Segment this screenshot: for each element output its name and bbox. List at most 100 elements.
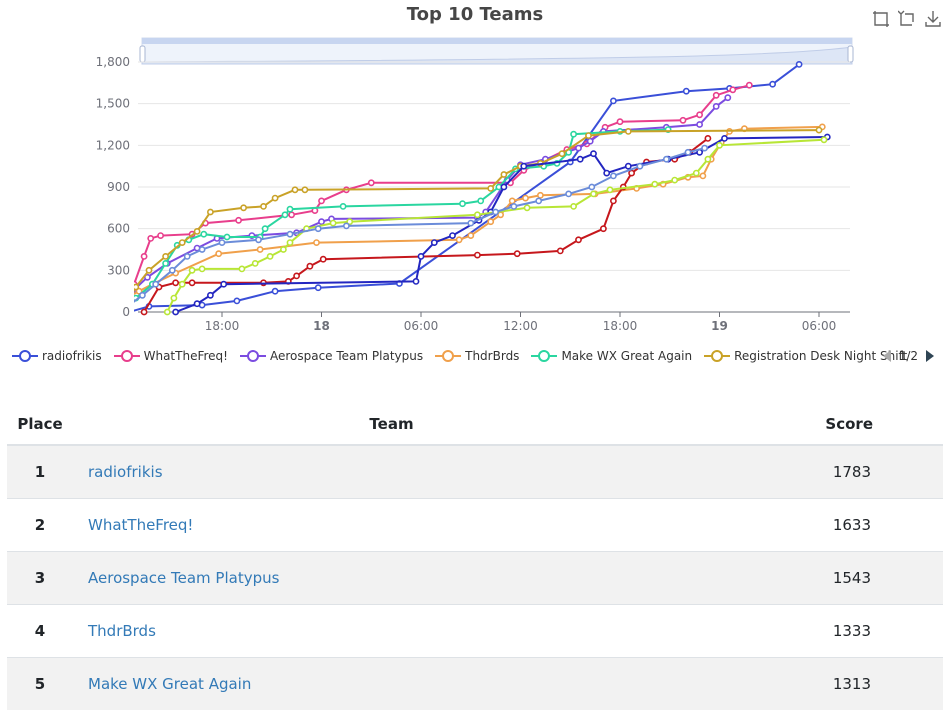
- legend-swatch-icon: [704, 349, 730, 363]
- data-point: [256, 237, 261, 242]
- data-point: [604, 171, 609, 176]
- data-point: [148, 236, 153, 241]
- data-point: [219, 240, 224, 245]
- plot-area: [117, 62, 830, 315]
- team-link[interactable]: radiofrikis: [88, 463, 163, 481]
- data-point: [316, 285, 321, 290]
- legend-prev-icon[interactable]: [881, 349, 893, 363]
- y-tick-label: 600: [107, 222, 130, 236]
- data-point: [341, 204, 346, 209]
- legend-item[interactable]: Registration Desk Night Shift: [704, 349, 907, 363]
- data-point: [559, 151, 564, 156]
- data-point: [702, 146, 707, 151]
- data-point: [140, 293, 145, 298]
- legend-swatch-icon: [240, 349, 266, 363]
- data-point: [163, 254, 168, 259]
- data-point: [475, 212, 480, 217]
- datazoom-handle-right: [848, 46, 853, 62]
- legend-item[interactable]: WhatTheFreq!: [114, 349, 228, 363]
- data-point: [601, 226, 606, 231]
- data-point: [697, 122, 702, 127]
- y-tick-label: 1,800: [96, 55, 130, 69]
- team-link[interactable]: Aerospace Team Platypus: [88, 569, 279, 587]
- series-line: [144, 138, 708, 312]
- data-point: [797, 62, 802, 67]
- team-header: Team: [73, 404, 710, 445]
- data-point: [705, 136, 710, 141]
- data-point: [589, 184, 594, 189]
- data-point: [142, 254, 147, 259]
- legend-label: radiofrikis: [42, 349, 102, 363]
- y-tick-label: 0: [122, 305, 130, 319]
- data-point: [566, 191, 571, 196]
- legend-pager: 1/2: [881, 349, 936, 363]
- data-point: [493, 209, 498, 214]
- series-team-j: [117, 146, 708, 315]
- data-point: [418, 254, 423, 259]
- data-point: [626, 129, 631, 134]
- data-point: [468, 233, 473, 238]
- score-cell: 1543: [710, 552, 943, 605]
- data-point: [239, 266, 244, 271]
- data-point: [684, 89, 689, 94]
- data-point: [685, 150, 690, 155]
- data-point: [538, 193, 543, 198]
- data-point: [747, 83, 752, 88]
- data-point: [588, 139, 593, 144]
- data-point: [234, 298, 239, 303]
- data-point: [289, 212, 294, 217]
- data-point: [319, 198, 324, 203]
- x-tick-label: 18:00: [205, 319, 240, 333]
- data-point: [123, 296, 128, 301]
- line-chart: 03006009001,2001,5001,80018:001806:0012:…: [0, 0, 950, 340]
- data-point: [629, 171, 634, 176]
- data-point: [195, 301, 200, 306]
- data-point: [637, 164, 642, 169]
- data-point: [478, 198, 483, 203]
- data-point: [578, 157, 583, 162]
- data-point: [460, 201, 465, 206]
- team-link[interactable]: ThdrBrds: [88, 622, 156, 640]
- legend-next-icon[interactable]: [924, 349, 936, 363]
- data-point: [413, 279, 418, 284]
- score-cell: 1313: [710, 658, 943, 710]
- data-point: [457, 237, 462, 242]
- data-point: [488, 219, 493, 224]
- team-link[interactable]: WhatTheFreq!: [88, 516, 193, 534]
- score-cell: 1633: [710, 499, 943, 552]
- data-point: [611, 198, 616, 203]
- x-tick-label: 06:00: [802, 319, 837, 333]
- legend-items: radiofrikis WhatTheFreq! Aerospace Team Pl…: [12, 349, 919, 363]
- data-point: [268, 254, 273, 259]
- data-point: [770, 82, 775, 87]
- data-point: [511, 204, 516, 209]
- data-point: [302, 187, 307, 192]
- data-point: [253, 261, 258, 266]
- legend-swatch-icon: [12, 349, 38, 363]
- data-point: [171, 296, 176, 301]
- data-point: [173, 280, 178, 285]
- datazoom-bar: [142, 38, 852, 44]
- legend-item[interactable]: Aerospace Team Platypus: [240, 349, 423, 363]
- data-point: [133, 284, 138, 289]
- data-point: [163, 261, 168, 266]
- data-point: [576, 146, 581, 151]
- legend-item[interactable]: Make WX Great Again: [531, 349, 692, 363]
- x-tick-label: 18: [313, 319, 330, 333]
- data-point: [488, 186, 493, 191]
- data-point: [571, 132, 576, 137]
- data-point: [208, 293, 213, 298]
- place-cell: 1: [7, 445, 73, 499]
- data-point: [263, 226, 268, 231]
- data-point: [510, 198, 515, 203]
- table-header-row: Place Team Score: [7, 404, 943, 445]
- legend-item[interactable]: ThdrBrds: [435, 349, 519, 363]
- legend-item[interactable]: radiofrikis: [12, 349, 102, 363]
- data-point: [273, 289, 278, 294]
- data-point: [321, 257, 326, 262]
- series-line: [119, 148, 704, 312]
- data-point: [694, 171, 699, 176]
- team-link[interactable]: Make WX Great Again: [88, 675, 251, 693]
- data-point: [591, 191, 596, 196]
- data-point: [221, 282, 226, 287]
